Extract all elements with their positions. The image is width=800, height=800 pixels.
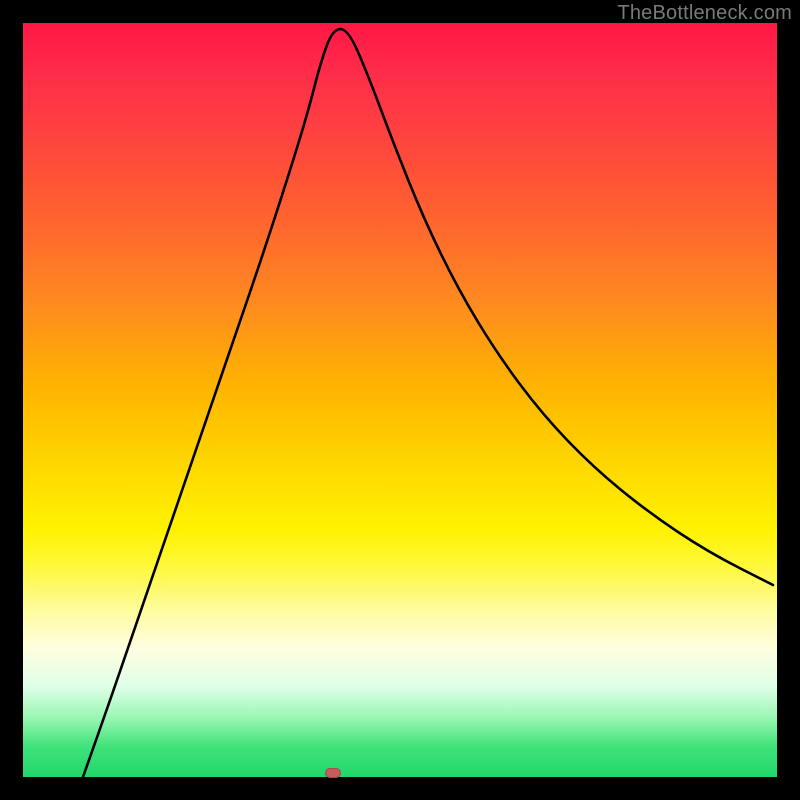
plot-area xyxy=(23,23,777,777)
bottleneck-curve xyxy=(83,29,773,777)
optimal-point-marker xyxy=(325,768,341,778)
chart-frame: TheBottleneck.com xyxy=(0,0,800,800)
curve-svg xyxy=(23,23,777,777)
watermark-text: TheBottleneck.com xyxy=(617,2,792,25)
